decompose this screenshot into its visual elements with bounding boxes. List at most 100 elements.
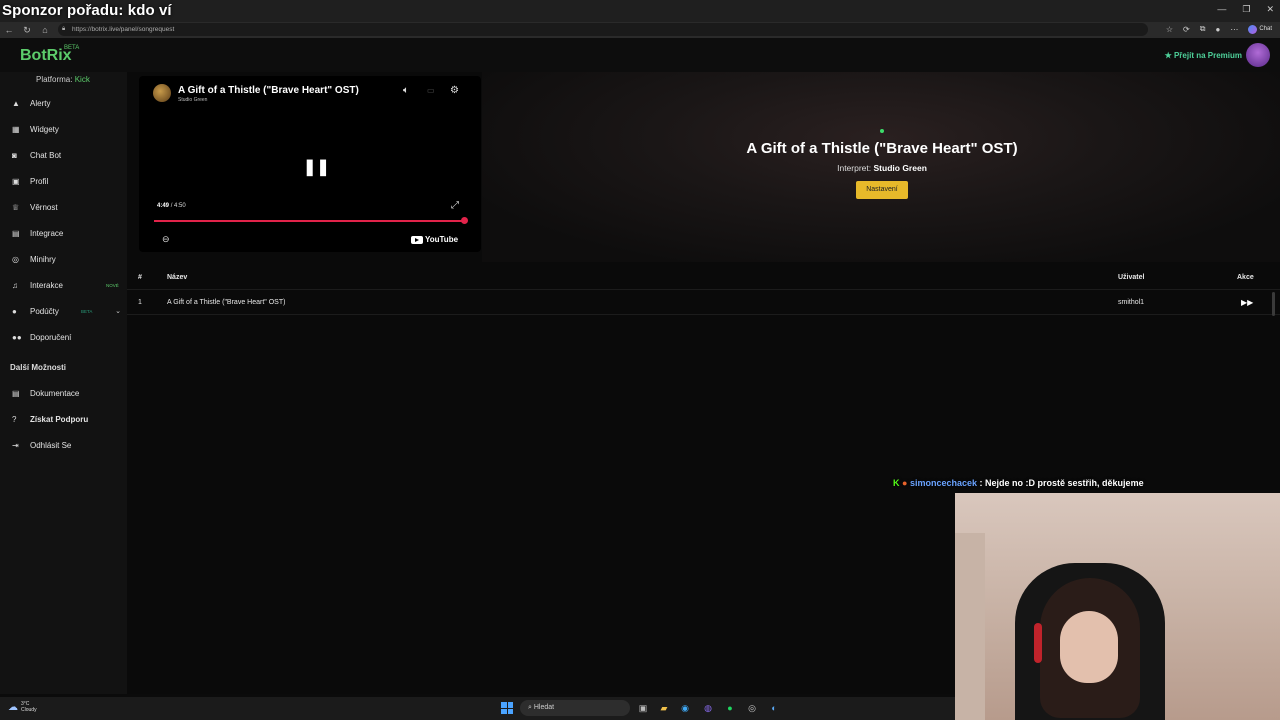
sidebar-item-label: Integrace bbox=[30, 228, 64, 238]
windows-start-icon[interactable] bbox=[501, 702, 513, 714]
row-user: smithol1 bbox=[1118, 299, 1145, 306]
now-playing-title: A Gift of a Thistle ("Brave Heart" OST) bbox=[746, 140, 1018, 157]
column-user: Uživatel bbox=[1118, 274, 1145, 281]
gamepad-icon: ◎ bbox=[12, 254, 19, 264]
sidebar-item-doporuceni[interactable]: ●● Doporučení bbox=[0, 327, 127, 347]
player-title[interactable]: A Gift of a Thistle ("Brave Heart" OST) bbox=[178, 85, 359, 96]
spotify-icon[interactable]: ● bbox=[723, 701, 737, 715]
sidebar-item-alerty[interactable]: ▲ Alerty bbox=[0, 93, 127, 113]
youtube-logo[interactable]: YouTube bbox=[411, 235, 458, 244]
app-header: BotRix BETA ★ Přejít na Premium bbox=[0, 38, 1280, 72]
column-title: Název bbox=[167, 274, 188, 281]
now-playing-artist: Interpret: Studio Green bbox=[682, 163, 1082, 173]
artist-label: Interpret: bbox=[837, 163, 872, 173]
fullscreen-icon[interactable]: ⤢ bbox=[451, 200, 459, 211]
address-bar[interactable]: 🔒︎ https://botrix.live/panel/songrequest bbox=[58, 23, 1148, 36]
sidebar-item-label: Chat Bot bbox=[30, 150, 62, 160]
app-icon[interactable]: ◐ bbox=[767, 701, 781, 715]
gear-icon[interactable]: ⚙ bbox=[450, 85, 459, 96]
browser-toolbar-right: ☆ ⟳ ⧉ ● ⋯ Chat bbox=[1166, 24, 1272, 34]
window-controls: — ❐ ✕ bbox=[1217, 4, 1274, 15]
sidebar-item-label: Alerty bbox=[30, 98, 51, 108]
star-icon: ★ bbox=[1164, 51, 1172, 60]
close-icon[interactable]: ✕ bbox=[1266, 4, 1274, 15]
progress-handle[interactable] bbox=[461, 217, 468, 224]
favorite-star-icon[interactable]: ☆ bbox=[1166, 25, 1173, 34]
video-player[interactable]: A Gift of a Thistle ("Brave Heart" OST) … bbox=[139, 76, 481, 252]
webcam-person-face bbox=[1060, 611, 1118, 683]
sidebar-item-label: Doporučení bbox=[30, 332, 72, 342]
task-view-icon[interactable]: ▣ bbox=[636, 701, 650, 715]
pause-button[interactable]: ❚❚ bbox=[303, 157, 330, 177]
document-icon: ▤ bbox=[12, 388, 20, 398]
restore-icon[interactable]: ❐ bbox=[1242, 4, 1250, 15]
captions-icon[interactable]: ▭ bbox=[427, 86, 435, 95]
minimize-icon[interactable]: — bbox=[1217, 4, 1226, 15]
sidebar-item-label: Dokumentace bbox=[30, 388, 80, 398]
weather-widget[interactable]: ☁ 3°C Cloudy bbox=[8, 701, 37, 713]
stream-chat-message: K ● simoncechacek : Nejde no :D prostě s… bbox=[893, 478, 1144, 488]
sidebar-item-label: Odhlásit Se bbox=[30, 440, 72, 450]
widgets-icon: ▦ bbox=[12, 124, 20, 134]
reload-icon[interactable]: ↻ bbox=[18, 25, 36, 36]
sidebar-item-integrace[interactable]: ▤ Integrace bbox=[0, 223, 127, 243]
queue-table-header: # Název Uživatel Akce bbox=[127, 265, 1280, 290]
chat-username: simoncechacek bbox=[909, 478, 978, 488]
sidebar-item-widgety[interactable]: ▦ Widgety bbox=[0, 119, 127, 139]
copilot-chat-button[interactable]: Chat bbox=[1248, 24, 1272, 34]
column-actions: Akce bbox=[1237, 274, 1254, 281]
trophy-icon: ♕ bbox=[12, 202, 20, 212]
discord-icon[interactable]: ◍ bbox=[701, 701, 715, 715]
channel-avatar[interactable] bbox=[153, 84, 171, 102]
sidebar-item-odhlasit[interactable]: ⇥ Odhlásit Se bbox=[0, 435, 127, 455]
sidebar-item-profil[interactable]: ▣ Profil bbox=[0, 171, 127, 191]
file-explorer-icon[interactable]: ▰ bbox=[657, 701, 671, 715]
browser-titlebar: Sponzor pořadu: kdo ví — ❐ ✕ bbox=[0, 0, 1280, 22]
chrome-icon[interactable]: ◎ bbox=[745, 701, 759, 715]
more-icon[interactable]: ⋯ bbox=[1230, 25, 1238, 34]
progress-bar[interactable] bbox=[154, 220, 466, 222]
cloud-icon: ☁ bbox=[8, 701, 18, 713]
scrollbar[interactable] bbox=[1272, 292, 1275, 316]
sidebar-item-chat-bot[interactable]: ◙ Chat Bot bbox=[0, 145, 127, 165]
sidebar-item-vernost[interactable]: ♕ Věrnost bbox=[0, 197, 127, 217]
kick-icon: K bbox=[893, 478, 900, 488]
premium-label: Přejít na Premium bbox=[1173, 51, 1242, 60]
sidebar-item-podpora[interactable]: ? Získat Podporu bbox=[0, 409, 127, 429]
taskbar-search[interactable]: ⌕ Hledat bbox=[520, 700, 630, 716]
sidebar-item-label: Profil bbox=[30, 176, 49, 186]
table-row: 1 A Gift of a Thistle ("Brave Heart" OST… bbox=[127, 290, 1280, 315]
skip-forward-icon[interactable]: ▶▶ bbox=[1241, 298, 1253, 307]
artist-value: Studio Green bbox=[873, 163, 927, 173]
collections-icon[interactable]: ⧉ bbox=[1200, 24, 1206, 34]
sidebar-item-dokumentace[interactable]: ▤ Dokumentace bbox=[0, 383, 127, 403]
home-icon[interactable]: ⌂ bbox=[36, 25, 54, 35]
platform-indicator: Platforma: Kick bbox=[36, 75, 90, 84]
sidebar-item-interakce[interactable]: ♫ Interakce NOVÉ bbox=[0, 275, 127, 295]
music-icon: ♫ bbox=[12, 280, 18, 290]
extensions-icon[interactable]: ⟳ bbox=[1183, 25, 1190, 34]
webcam-feed bbox=[955, 493, 1280, 720]
user-avatar[interactable] bbox=[1246, 43, 1270, 67]
search-placeholder: Hledat bbox=[533, 704, 555, 711]
url-text: https://botrix.live/panel/songrequest bbox=[72, 26, 175, 33]
row-title: A Gift of a Thistle ("Brave Heart" OST) bbox=[167, 299, 286, 306]
screen: Sponzor pořadu: kdo ví — ❐ ✕ ← ↻ ⌂ 🔒︎ ht… bbox=[0, 0, 1280, 720]
sidebar-item-minihry[interactable]: ◎ Minihry bbox=[0, 249, 127, 269]
premium-link[interactable]: ★ Přejít na Premium bbox=[1165, 51, 1242, 60]
duration: / 4:50 bbox=[170, 203, 186, 209]
logout-icon: ⇥ bbox=[12, 440, 19, 450]
link-icon[interactable]: ⊖ bbox=[162, 234, 170, 245]
chevron-down-icon[interactable]: ⌄ bbox=[115, 307, 121, 315]
chat-text: : Nejde no :D prostě sestřih, děkujeme bbox=[979, 478, 1144, 488]
back-icon[interactable]: ← bbox=[0, 25, 18, 35]
browser-toolbar: ← ↻ ⌂ 🔒︎ https://botrix.live/panel/songr… bbox=[0, 22, 1280, 38]
edge-icon[interactable]: ◉ bbox=[678, 701, 692, 715]
sidebar-item-poducty[interactable]: ● Podúčty BETA ⌄ bbox=[0, 301, 127, 321]
weather-text: Cloudy bbox=[21, 707, 37, 713]
youtube-label: YouTube bbox=[425, 235, 459, 244]
profile-icon[interactable]: ● bbox=[1215, 25, 1220, 34]
settings-button[interactable]: Nastavení bbox=[856, 181, 908, 199]
sidebar-item-label: Widgety bbox=[30, 124, 59, 134]
volume-icon[interactable]: 🔈︎ bbox=[403, 85, 409, 96]
